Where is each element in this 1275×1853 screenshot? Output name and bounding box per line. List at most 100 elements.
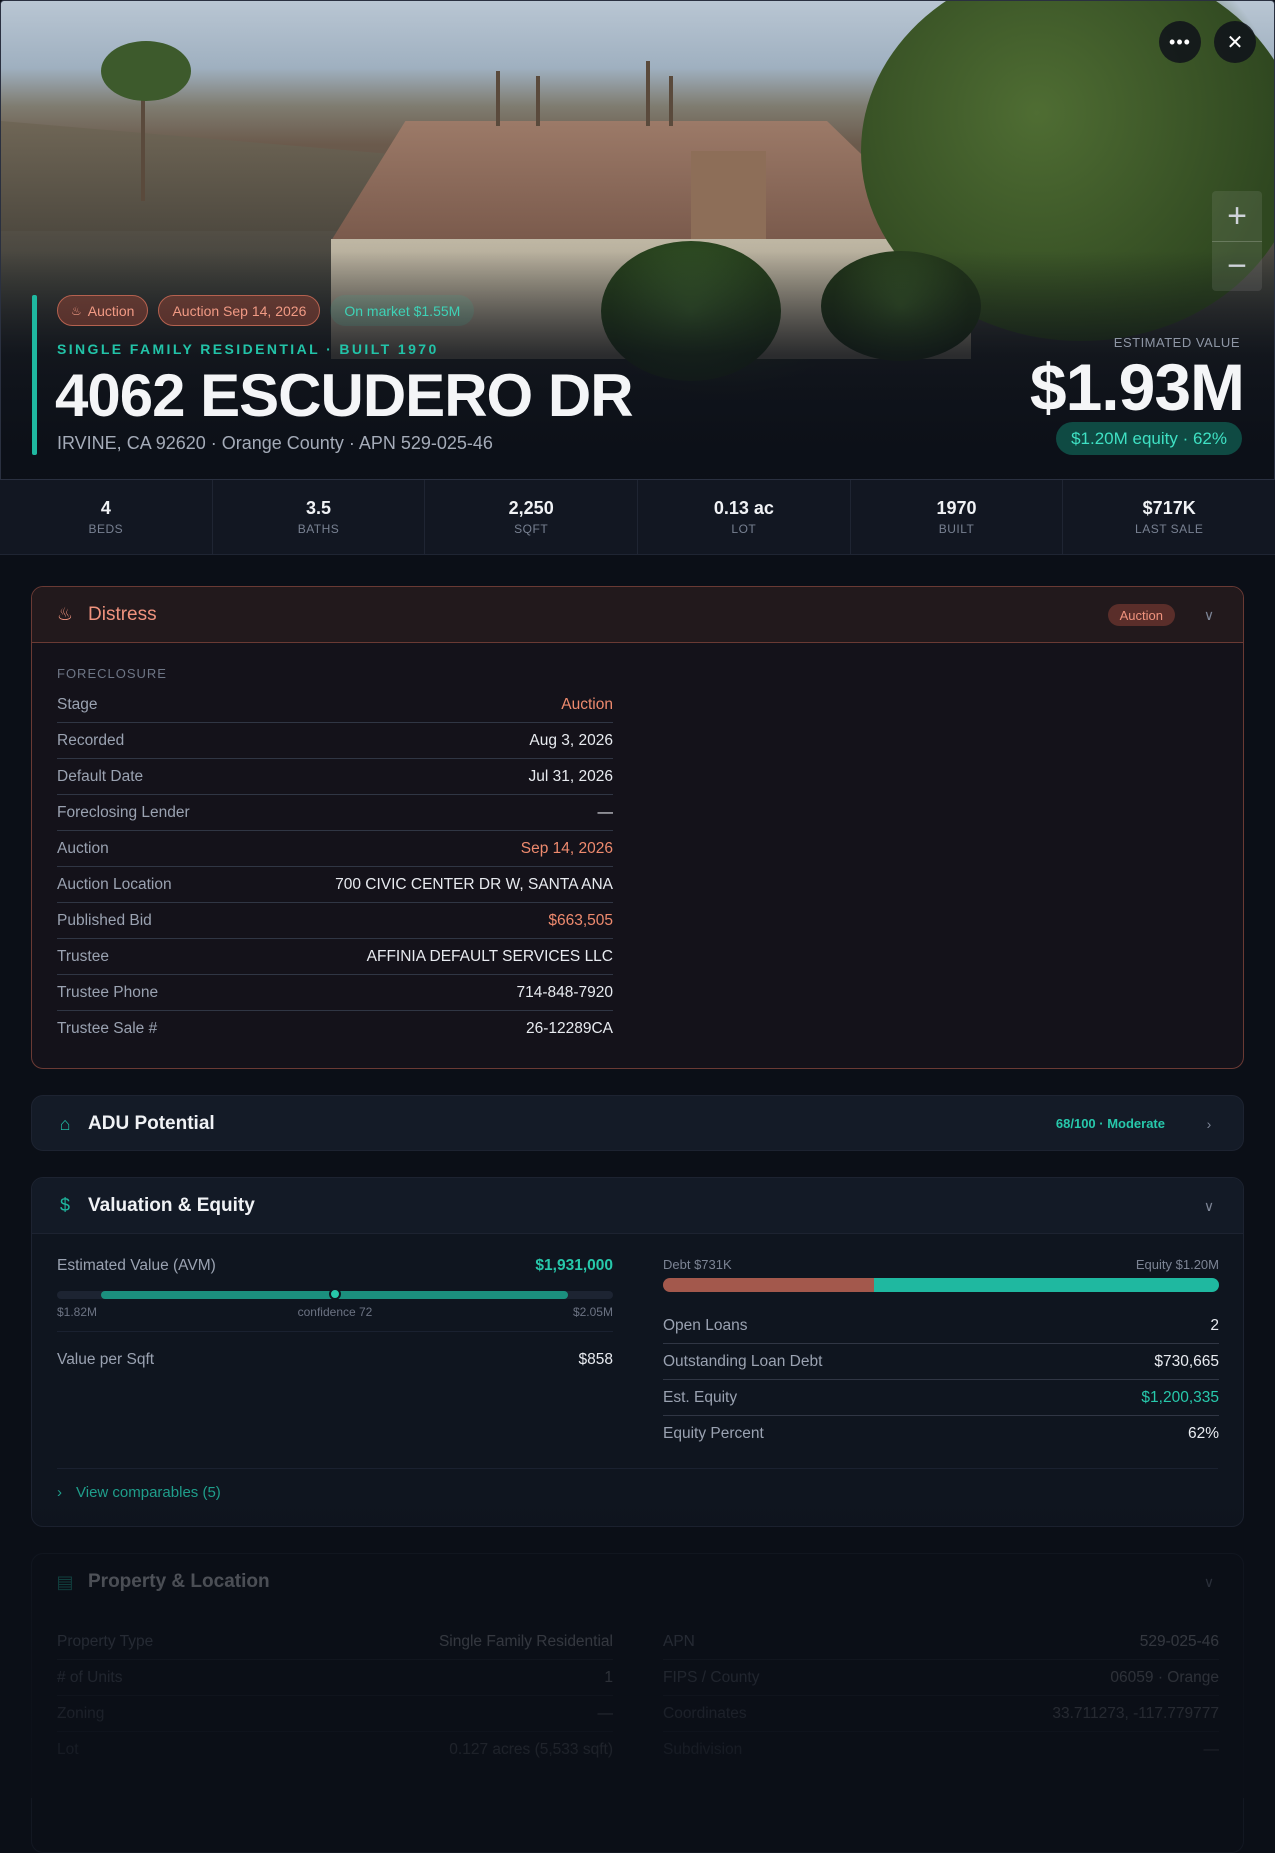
- home-icon: ⌂: [59, 1113, 71, 1134]
- stat-label: BATHS: [297, 522, 340, 536]
- property-left-column: Property Type Single Family Residential #…: [57, 1624, 613, 1768]
- stat-sqft: 2,250 SQFT: [425, 480, 639, 554]
- row-value: 62%: [1187, 1425, 1219, 1442]
- avm-high: $2.05M: [572, 1305, 613, 1319]
- property-right-column: APN 529-025-46 FIPS / County 06059 · Orang…: [663, 1624, 1219, 1768]
- row-value: Jul 31, 2026: [528, 767, 613, 785]
- more-button[interactable]: •••: [1159, 21, 1201, 63]
- adu-card[interactable]: ⌂ ADU Potential 68/100 · Moderate ›: [31, 1095, 1244, 1151]
- row-value: 2: [1210, 1316, 1219, 1334]
- row-value: 0.127 acres (5,533 sqft): [449, 1741, 613, 1758]
- hero-photo-palm: [669, 76, 673, 126]
- flame-icon: ♨: [71, 303, 82, 318]
- avm-value: $1,931,000: [535, 1257, 613, 1274]
- hero-photo-palm: [646, 61, 650, 126]
- detail-row-equity-percent: Equity Percent 62%: [663, 1416, 1219, 1452]
- stat-label: SQFT: [514, 522, 549, 536]
- stat-value: 4: [100, 498, 111, 518]
- avm-range-bar: [57, 1288, 613, 1300]
- row-key: FIPS / County: [663, 1668, 760, 1686]
- property-header[interactable]: ▤ Property & Location ∨: [32, 1554, 1243, 1610]
- value-per-sqft-row: Value per Sqft $858: [57, 1342, 613, 1378]
- row-value: Single Family Residential: [438, 1632, 613, 1650]
- row-value: —: [597, 1704, 614, 1722]
- row-key: Auction: [57, 839, 109, 857]
- valuation-header[interactable]: $ Valuation & Equity ∨: [32, 1178, 1243, 1234]
- detail-row-auction-location: Auction Location 700 CIVIC CENTER DR W, S…: [57, 867, 613, 903]
- distress-title: Distress: [88, 603, 157, 625]
- building-icon: ▤: [56, 1571, 74, 1592]
- detail-row-recorded: Recorded Aug 3, 2026: [57, 723, 613, 759]
- avm-label: Estimated Value (AVM): [57, 1257, 216, 1274]
- chevron-down-icon[interactable]: ∨: [1199, 605, 1219, 625]
- stat-label: BUILT: [938, 522, 975, 536]
- debt-segment: [663, 1278, 875, 1292]
- stat-beds: 4 BEDS: [0, 480, 213, 554]
- chip-label: Auction: [87, 302, 135, 319]
- distress-badge: Auction: [1107, 604, 1175, 626]
- detail-row-auction: Auction Sep 14, 2026: [57, 831, 613, 867]
- row-key: Recorded: [57, 731, 125, 749]
- distress-card: ♨ Distress Auction ∨ FORECLOSURE Stage Au…: [31, 586, 1244, 1069]
- property-location-card: ▤ Property & Location ∨ Property Type Sin…: [31, 1553, 1244, 1853]
- detail-row: Property Type Single Family Residential: [57, 1624, 613, 1660]
- row-value: $663,505: [548, 911, 613, 929]
- avm-low: $1.82M: [57, 1305, 98, 1319]
- chevron-right-icon[interactable]: ›: [1199, 1114, 1219, 1134]
- row-key: APN: [663, 1632, 695, 1650]
- comparables-label: View comparables (5): [76, 1484, 221, 1501]
- row-key: Published Bid: [57, 911, 152, 929]
- stat-built: 1970 BUILT: [851, 480, 1064, 554]
- flame-icon: ♨: [56, 604, 74, 624]
- row-key: Stage: [57, 695, 98, 713]
- zoom-controls: + −: [1212, 191, 1262, 291]
- row-value: Auction: [561, 695, 613, 713]
- chip-on-market[interactable]: On market $1.55M: [330, 295, 475, 326]
- detail-row: Zoning —: [57, 1696, 613, 1732]
- stat-label: BEDS: [88, 522, 124, 536]
- row-value: Sep 14, 2026: [520, 839, 613, 857]
- hero-photo-palm: [536, 76, 540, 126]
- chevron-down-icon[interactable]: ∨: [1199, 1196, 1219, 1216]
- chip-auction-date[interactable]: Auction Sep 14, 2026: [158, 295, 321, 326]
- row-key: Coordinates: [663, 1704, 747, 1722]
- chip-auction[interactable]: ♨ Auction: [57, 295, 149, 326]
- stat-value: 2,250: [508, 498, 554, 518]
- detail-row-trustee-phone: Trustee Phone 714-848-7920: [57, 975, 613, 1011]
- distress-header[interactable]: ♨ Distress Auction ∨: [32, 587, 1243, 643]
- stat-value: 0.13 ac: [713, 498, 774, 518]
- stat-lot: 0.13 ac LOT: [638, 480, 851, 554]
- view-comparables-link[interactable]: › View comparables (5): [57, 1484, 221, 1501]
- hero-photo-roof: [331, 121, 951, 241]
- zoom-out-button[interactable]: −: [1212, 241, 1262, 291]
- debt-equity-bar: [663, 1278, 1219, 1292]
- divider: [57, 1468, 1218, 1469]
- detail-row-lender: Foreclosing Lender —: [57, 795, 613, 831]
- row-key: Equity Percent: [663, 1425, 764, 1442]
- row-value: 529-025-46: [1139, 1632, 1219, 1650]
- valuation-card: $ Valuation & Equity ∨ Estimated Value (…: [31, 1177, 1244, 1527]
- detail-row-stage: Stage Auction: [57, 687, 613, 723]
- plus-icon: +: [1227, 196, 1247, 235]
- zoom-in-button[interactable]: +: [1212, 191, 1262, 241]
- chevron-down-icon[interactable]: ∨: [1199, 1572, 1219, 1592]
- adu-header[interactable]: ⌂ ADU Potential 68/100 · Moderate ›: [32, 1096, 1243, 1150]
- estimated-value-label: ESTIMATED VALUE: [1113, 335, 1240, 350]
- stat-value: 3.5: [305, 498, 332, 518]
- property-title-label: Property & Location: [88, 1571, 270, 1592]
- detail-row-trustee: Trustee AFFINIA DEFAULT SERVICES LLC: [57, 939, 613, 975]
- valuation-title: Valuation & Equity: [88, 1194, 255, 1216]
- row-key: Est. Equity: [663, 1388, 738, 1406]
- row-key: # of Units: [57, 1668, 123, 1686]
- row-value: 26-12289CA: [525, 1020, 613, 1037]
- row-value: —: [597, 803, 614, 821]
- row-value: $1,200,335: [1141, 1388, 1219, 1406]
- adu-score: 68/100 · Moderate: [1055, 1116, 1165, 1131]
- property-address: IRVINE, CA 92620 · Orange County · APN 5…: [57, 433, 493, 453]
- close-button[interactable]: ✕: [1214, 21, 1256, 63]
- foreclosure-rows: Stage Auction Recorded Aug 3, 2026 Default…: [57, 687, 613, 1047]
- equity-label: Equity $1.20M: [1135, 1257, 1219, 1272]
- stat-baths: 3.5 BATHS: [213, 480, 426, 554]
- row-value: 06059 · Orange: [1110, 1668, 1219, 1686]
- row-key: Trustee: [57, 947, 109, 965]
